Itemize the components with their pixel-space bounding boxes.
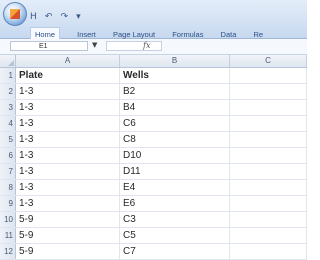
cell[interactable]: E6	[120, 196, 230, 211]
cell[interactable]: 1-3	[16, 180, 120, 195]
cell[interactable]: 1-3	[16, 100, 120, 115]
row-header[interactable]: 6	[0, 148, 16, 163]
row-header[interactable]: 12	[0, 244, 16, 259]
formula-bar: E1 ▼ fx	[0, 39, 307, 55]
office-logo-icon	[10, 9, 20, 19]
row-header[interactable]: 7	[0, 164, 16, 179]
cell[interactable]: E4	[120, 180, 230, 195]
cell[interactable]: 1-3	[16, 132, 120, 147]
table-row: 3 1-3 B4	[0, 100, 307, 116]
cell[interactable]	[230, 68, 307, 83]
cell[interactable]: C3	[120, 212, 230, 227]
row-header[interactable]: 8	[0, 180, 16, 195]
cell[interactable]	[230, 148, 307, 163]
cell[interactable]	[230, 116, 307, 131]
select-all-corner[interactable]	[0, 55, 16, 67]
cell[interactable]	[230, 180, 307, 195]
row-header[interactable]: 3	[0, 100, 16, 115]
column-header-a[interactable]: A	[16, 55, 120, 67]
sheet-grid: 1 Plate Wells 2 1-3 B2 3 1-3 B4 4 1-3 C6…	[0, 68, 307, 260]
table-row: 4 1-3 C6	[0, 116, 307, 132]
row-header[interactable]: 10	[0, 212, 16, 227]
cell[interactable]: Wells	[120, 68, 230, 83]
row-header[interactable]: 9	[0, 196, 16, 211]
cell[interactable]: B2	[120, 84, 230, 99]
cell[interactable]: C7	[120, 244, 230, 259]
table-row: 8 1-3 E4	[0, 180, 307, 196]
name-box[interactable]: E1	[10, 41, 88, 51]
row-header[interactable]: 11	[0, 228, 16, 243]
cell[interactable]: Plate	[16, 68, 120, 83]
cell[interactable]: 1-3	[16, 116, 120, 131]
office-button[interactable]	[3, 2, 27, 26]
table-row: 9 1-3 E6	[0, 196, 307, 212]
table-row: 7 1-3 D11	[0, 164, 307, 180]
column-header-c[interactable]: C	[230, 55, 307, 67]
cell[interactable]: C8	[120, 132, 230, 147]
cell[interactable]	[230, 228, 307, 243]
ribbon-tabs: Home Insert Page Layout Formulas Data Re	[30, 22, 275, 42]
function-icon[interactable]: fx	[143, 41, 150, 50]
cell[interactable]: B4	[120, 100, 230, 115]
row-header[interactable]: 5	[0, 132, 16, 147]
cell[interactable]: 5-9	[16, 212, 120, 227]
row-header[interactable]: 1	[0, 68, 16, 83]
cell[interactable]	[230, 132, 307, 147]
column-header-b[interactable]: B	[120, 55, 230, 67]
table-row: 1 Plate Wells	[0, 68, 307, 84]
row-header[interactable]: 4	[0, 116, 16, 131]
cell[interactable]	[230, 164, 307, 179]
cell[interactable]: 5-9	[16, 244, 120, 259]
table-row: 6 1-3 D10	[0, 148, 307, 164]
cell[interactable]: C6	[120, 116, 230, 131]
ribbon: H ↶ ↷ ▾ Home Insert Page Layout Formulas…	[0, 0, 307, 42]
formula-input[interactable]: fx	[106, 41, 162, 51]
cell[interactable]: C5	[120, 228, 230, 243]
cell[interactable]: 1-3	[16, 164, 120, 179]
cell[interactable]: 1-3	[16, 148, 120, 163]
cell[interactable]	[230, 84, 307, 99]
quick-access-toolbar: H ↶ ↷ ▾	[30, 4, 84, 22]
table-row: 10 5-9 C3	[0, 212, 307, 228]
cell[interactable]	[230, 244, 307, 259]
cell[interactable]	[230, 212, 307, 227]
table-row: 5 1-3 C8	[0, 132, 307, 148]
row-header[interactable]: 2	[0, 84, 16, 99]
cell[interactable]	[230, 100, 307, 115]
table-row: 11 5-9 C5	[0, 228, 307, 244]
chevron-down-icon[interactable]: ▼	[92, 41, 97, 49]
cell[interactable]: D10	[120, 148, 230, 163]
cell[interactable]: D11	[120, 164, 230, 179]
cell[interactable]: 5-9	[16, 228, 120, 243]
cell[interactable]	[230, 196, 307, 211]
table-row: 12 5-9 C7	[0, 244, 307, 260]
cell[interactable]: 1-3	[16, 196, 120, 211]
cell[interactable]: 1-3	[16, 84, 120, 99]
table-row: 2 1-3 B2	[0, 84, 307, 100]
column-headers: A B C	[0, 55, 307, 68]
